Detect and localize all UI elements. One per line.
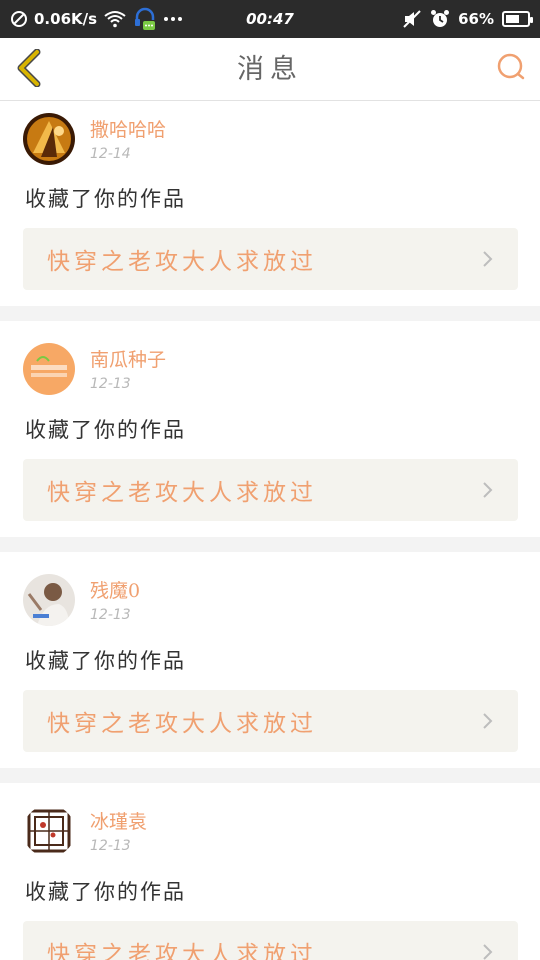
message-action: 收藏了你的作品 [25,418,186,442]
header-bar: 消息 [0,38,540,101]
work-link[interactable]: 快穿之老攻大人求放过 [23,690,518,752]
battery-percent: 66% [458,10,494,28]
work-title: 快穿之老攻大人求放过 [47,942,317,960]
message-action: 收藏了你的作品 [25,187,186,211]
chevron-right-icon [478,480,498,500]
page-title: 消息 [237,54,303,85]
message-list: 撒哈哈哈 12-14 收藏了你的作品 快穿之老攻大人求放过 南瓜种子 12-13… [0,101,540,960]
work-title: 快穿之老攻大人求放过 [47,711,317,737]
message-date: 12-13 [90,838,131,854]
message-date: 12-13 [90,607,131,623]
mute-icon [402,9,422,29]
message-date: 12-14 [90,146,131,162]
divider [0,537,540,552]
avatar[interactable] [23,343,75,395]
username[interactable]: 冰瑾袁 [90,807,147,834]
divider [0,768,540,783]
work-title: 快穿之老攻大人求放过 [47,480,317,506]
message-action: 收藏了你的作品 [25,649,186,673]
chevron-right-icon [478,711,498,731]
message-item: 残魔0 12-13 收藏了你的作品 快穿之老攻大人求放过 [0,552,540,768]
avatar[interactable] [23,805,75,857]
message-action: 收藏了你的作品 [25,880,186,904]
work-title: 快穿之老攻大人求放过 [47,249,317,275]
work-link[interactable]: 快穿之老攻大人求放过 [23,459,518,521]
message-item: 撒哈哈哈 12-14 收藏了你的作品 快穿之老攻大人求放过 [0,101,540,306]
search-icon [496,52,526,86]
battery-icon [502,11,533,27]
avatar[interactable] [23,113,75,165]
search-button[interactable] [494,52,528,86]
alarm-icon [430,9,450,29]
status-bar: 0.06K/s 00:47 66% [0,0,540,38]
message-item: 南瓜种子 12-13 收藏了你的作品 快穿之老攻大人求放过 [0,321,540,537]
username[interactable]: 南瓜种子 [90,345,166,372]
message-item: 冰瑾袁 12-13 收藏了你的作品 快穿之老攻大人求放过 [0,783,540,960]
battery-fill [506,15,520,23]
work-link[interactable]: 快穿之老攻大人求放过 [23,228,518,290]
username[interactable]: 撒哈哈哈 [90,115,166,142]
username[interactable]: 残魔0 [90,576,140,603]
message-date: 12-13 [90,376,131,392]
chevron-right-icon [478,942,498,960]
work-link[interactable]: 快穿之老攻大人求放过 [23,921,518,960]
chevron-right-icon [478,249,498,269]
divider [0,306,540,321]
avatar[interactable] [23,574,75,626]
